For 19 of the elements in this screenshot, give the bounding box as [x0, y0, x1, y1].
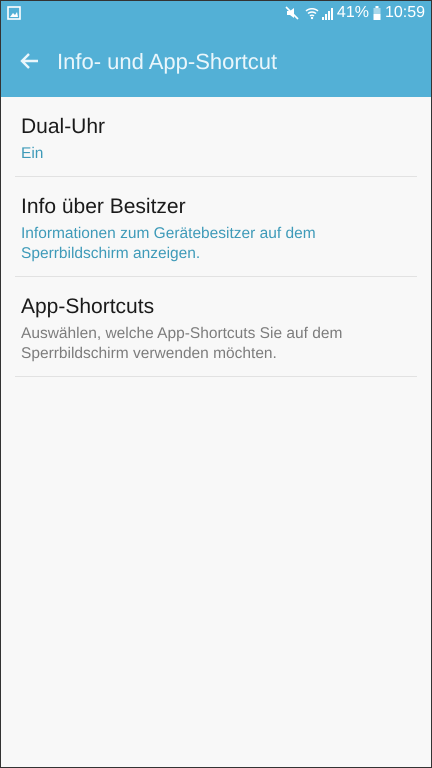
settings-item[interactable]: App-Shortcuts Auswählen, welche App-Shortcuts Sie auf dem Sperrbildschirm verwenden möchten. — [15, 277, 417, 377]
item-subtitle: Ein — [21, 144, 44, 164]
mute-icon — [284, 6, 299, 20]
signal-icon — [322, 6, 334, 20]
item-title: App-Shortcuts — [21, 294, 156, 320]
item-title: Dual-Uhr — [21, 114, 106, 140]
item-subtitle: Auswählen, welche App-Shortcuts Sie auf dem Sperrbildschirm verwenden möchten. — [21, 324, 344, 364]
settings-item[interactable]: Info über Besitzer Informationen zum Gerätebesitzer auf dem Sperrbildschirm anzeigen. — [15, 177, 417, 277]
image-icon — [7, 6, 21, 20]
screen-title: Info- und App-Shortcut — [57, 48, 278, 76]
wifi-icon — [304, 6, 319, 20]
item-title: Info über Besitzer — [21, 194, 187, 220]
battery-icon — [372, 6, 381, 20]
back-button[interactable] — [19, 52, 39, 70]
back-arrow-icon — [19, 52, 39, 70]
settings-item[interactable]: Dual-Uhr Ein — [15, 97, 417, 177]
battery-percentage: 41% — [336, 3, 369, 23]
item-subtitle: Informationen zum Gerätebesitzer auf dem Sperrbildschirm anzeigen. — [21, 224, 317, 264]
clock: 10:59 — [384, 3, 425, 23]
